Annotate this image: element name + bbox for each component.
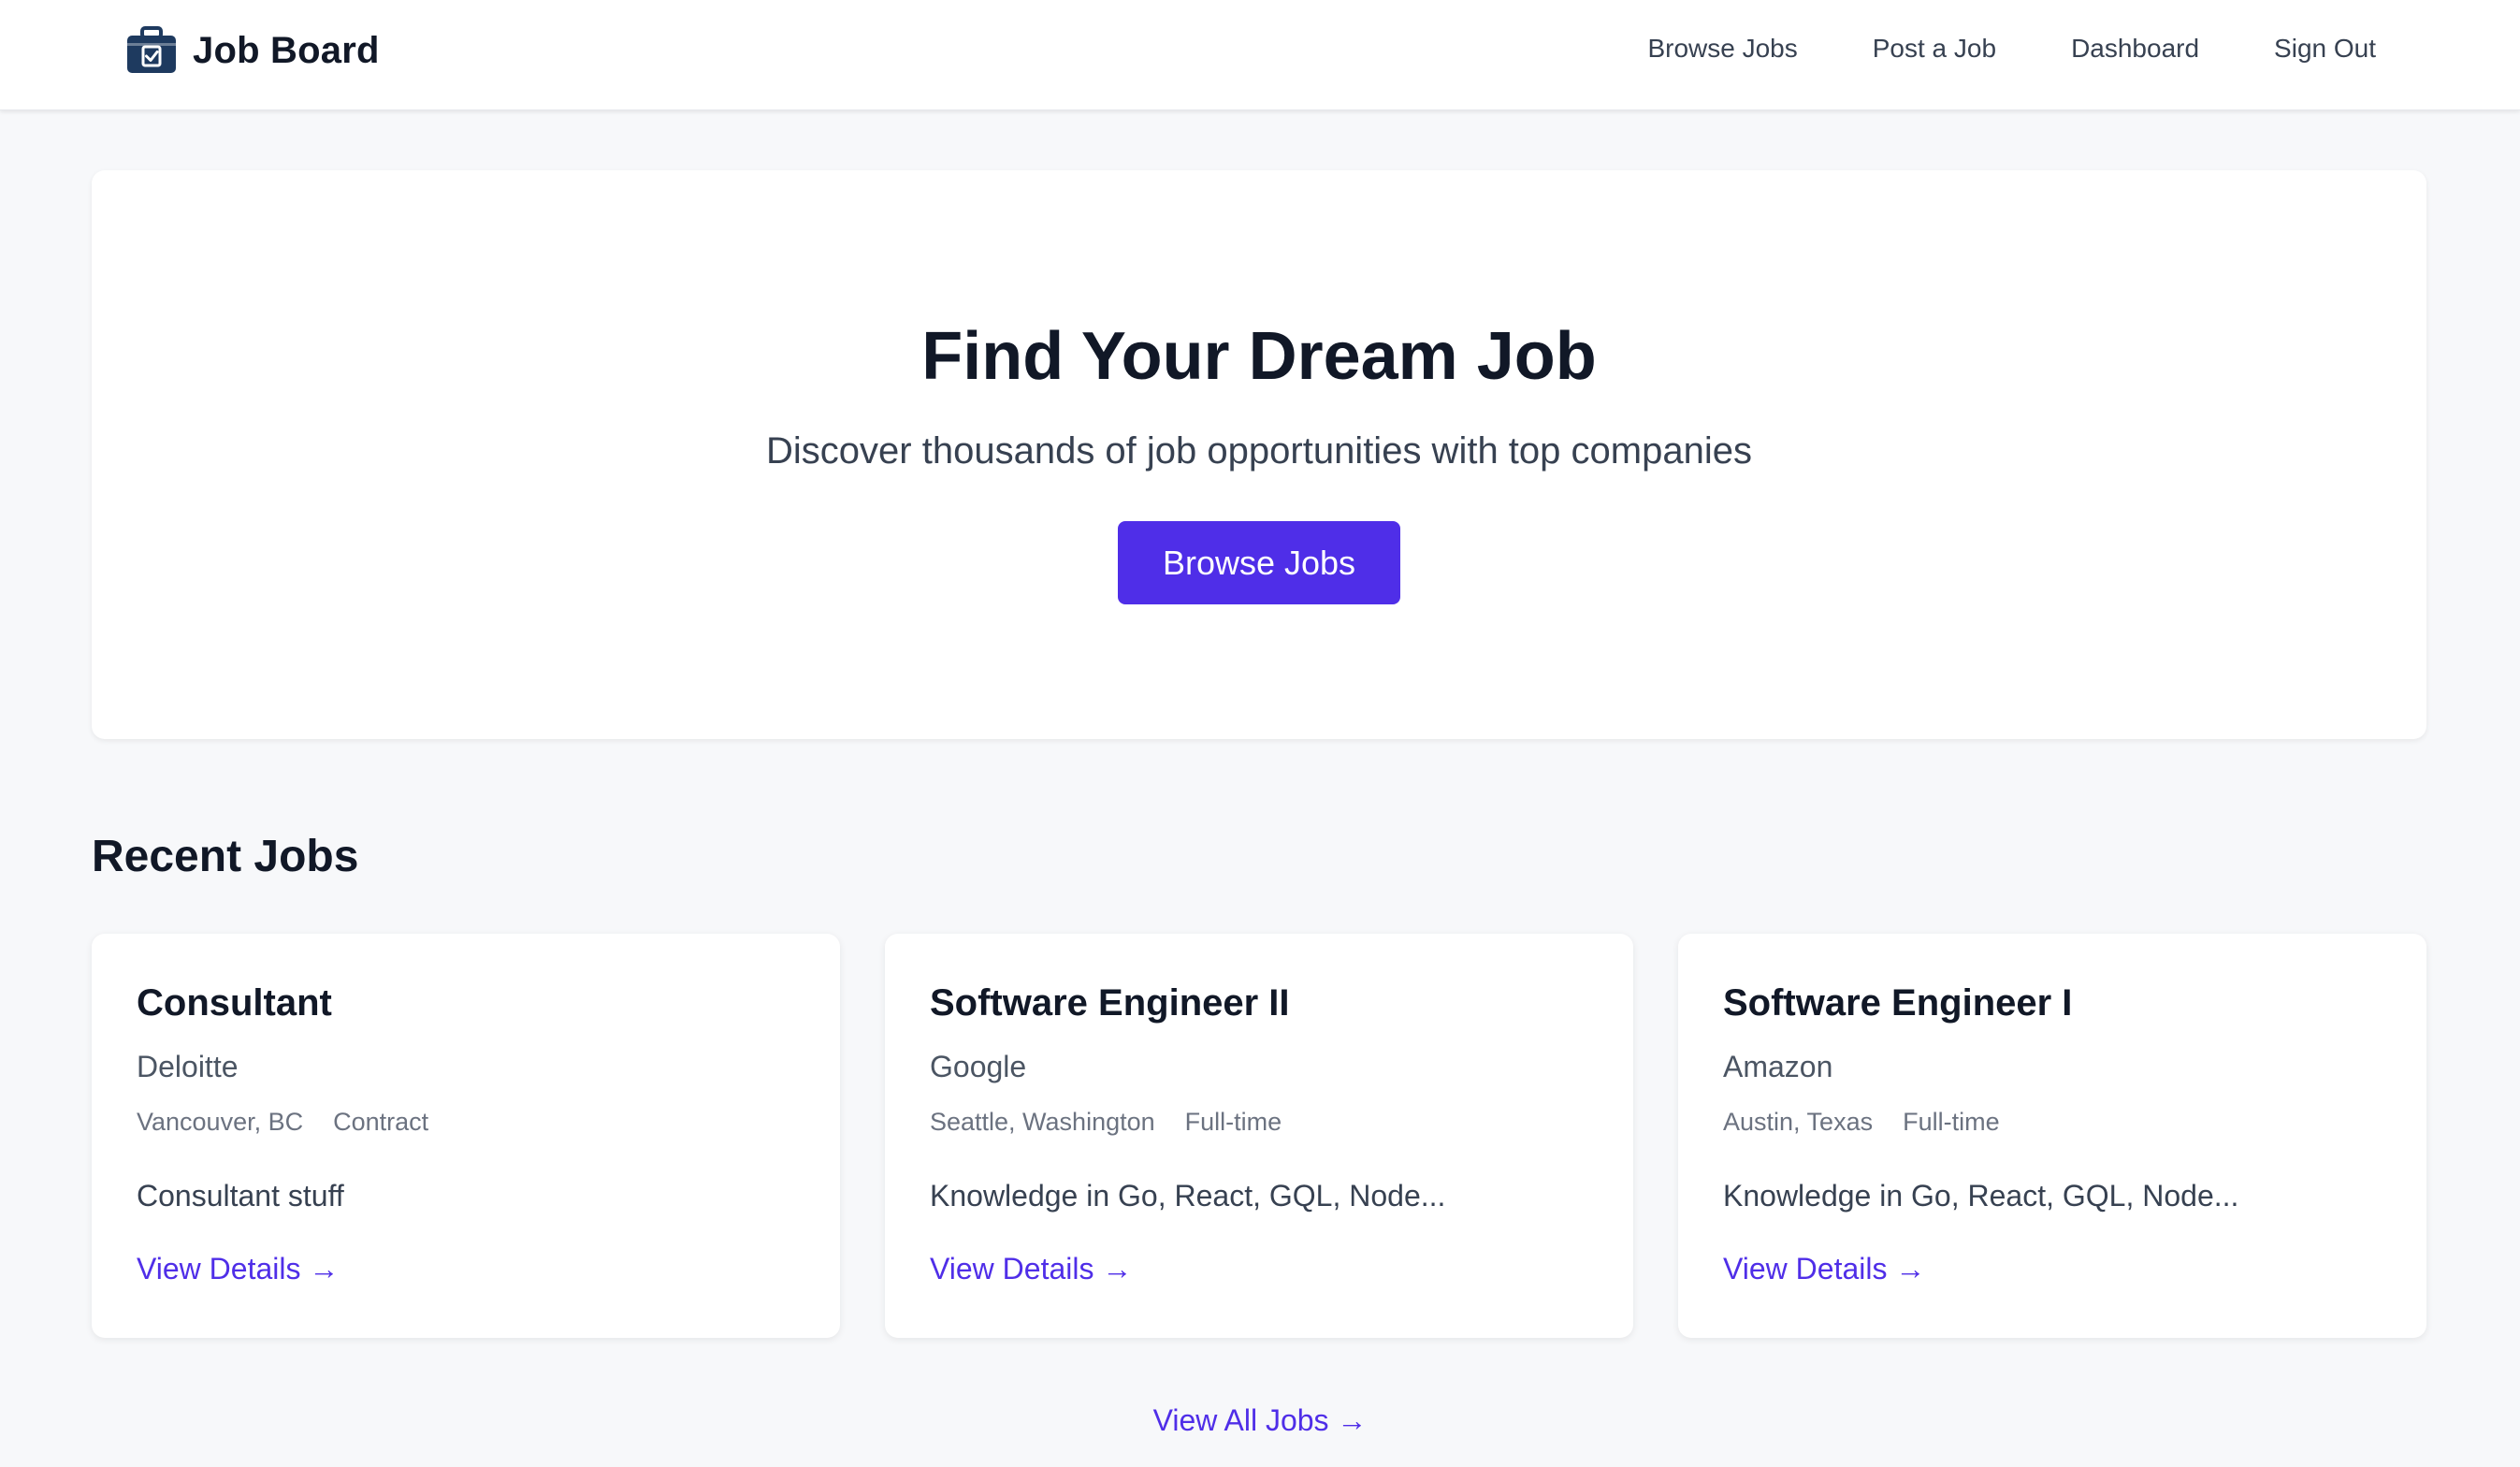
- view-all-jobs-link[interactable]: View All Jobs →: [1153, 1403, 1368, 1437]
- job-card: Software Engineer II Google Seattle, Was…: [885, 934, 1633, 1338]
- view-details-link[interactable]: View Details →: [137, 1252, 339, 1286]
- brand[interactable]: Job Board: [125, 26, 380, 75]
- job-type: Contract: [333, 1108, 429, 1136]
- navbar: Job Board Browse Jobs Post a Job Dashboa…: [0, 0, 2520, 110]
- job-card: Consultant Deloitte Vancouver, BC Contra…: [92, 934, 840, 1338]
- job-type: Full-time: [1184, 1108, 1282, 1136]
- view-all-container: View All Jobs →: [0, 1403, 2520, 1438]
- job-location: Austin, Texas: [1723, 1108, 1874, 1136]
- nav-post-a-job[interactable]: Post a Job: [1873, 34, 1996, 64]
- job-company: Deloitte: [137, 1050, 239, 1083]
- hero-title: Find Your Dream Job: [921, 319, 1597, 394]
- job-description: Knowledge in Go, React, GQL, Node...: [930, 1179, 1446, 1213]
- job-description: Knowledge in Go, React, GQL, Node...: [1723, 1179, 2239, 1213]
- job-meta: Vancouver, BC Contract: [137, 1108, 428, 1137]
- job-company: Google: [930, 1050, 1027, 1083]
- job-location: Seattle, Washington: [930, 1108, 1155, 1136]
- job-card: Software Engineer I Amazon Austin, Texas…: [1678, 934, 2426, 1338]
- view-details-link[interactable]: View Details →: [1723, 1252, 1925, 1286]
- job-meta: Austin, Texas Full-time: [1723, 1108, 2000, 1137]
- browse-jobs-button[interactable]: Browse Jobs: [1118, 521, 1400, 604]
- nav-dashboard[interactable]: Dashboard: [2071, 34, 2199, 64]
- job-company: Amazon: [1723, 1050, 1833, 1083]
- job-description: Consultant stuff: [137, 1179, 344, 1213]
- job-title: Software Engineer I: [1723, 982, 2073, 1024]
- briefcase-icon: [127, 26, 176, 73]
- recent-jobs-heading: Recent Jobs: [92, 832, 359, 881]
- job-title: Software Engineer II: [930, 982, 1290, 1024]
- job-meta: Seattle, Washington Full-time: [930, 1108, 1282, 1137]
- job-location: Vancouver, BC: [137, 1108, 304, 1136]
- nav-links: Browse Jobs Post a Job Dashboard Sign Ou…: [1647, 34, 2376, 64]
- job-title: Consultant: [137, 982, 332, 1024]
- hero-section: Find Your Dream Job Discover thousands o…: [92, 170, 2426, 739]
- hero-subtitle: Discover thousands of job opportunities …: [766, 430, 1752, 472]
- view-details-link[interactable]: View Details →: [930, 1252, 1132, 1286]
- nav-sign-out[interactable]: Sign Out: [2274, 34, 2376, 64]
- job-type: Full-time: [1903, 1108, 2000, 1136]
- brand-name: Job Board: [193, 29, 380, 71]
- nav-browse-jobs[interactable]: Browse Jobs: [1647, 34, 1797, 64]
